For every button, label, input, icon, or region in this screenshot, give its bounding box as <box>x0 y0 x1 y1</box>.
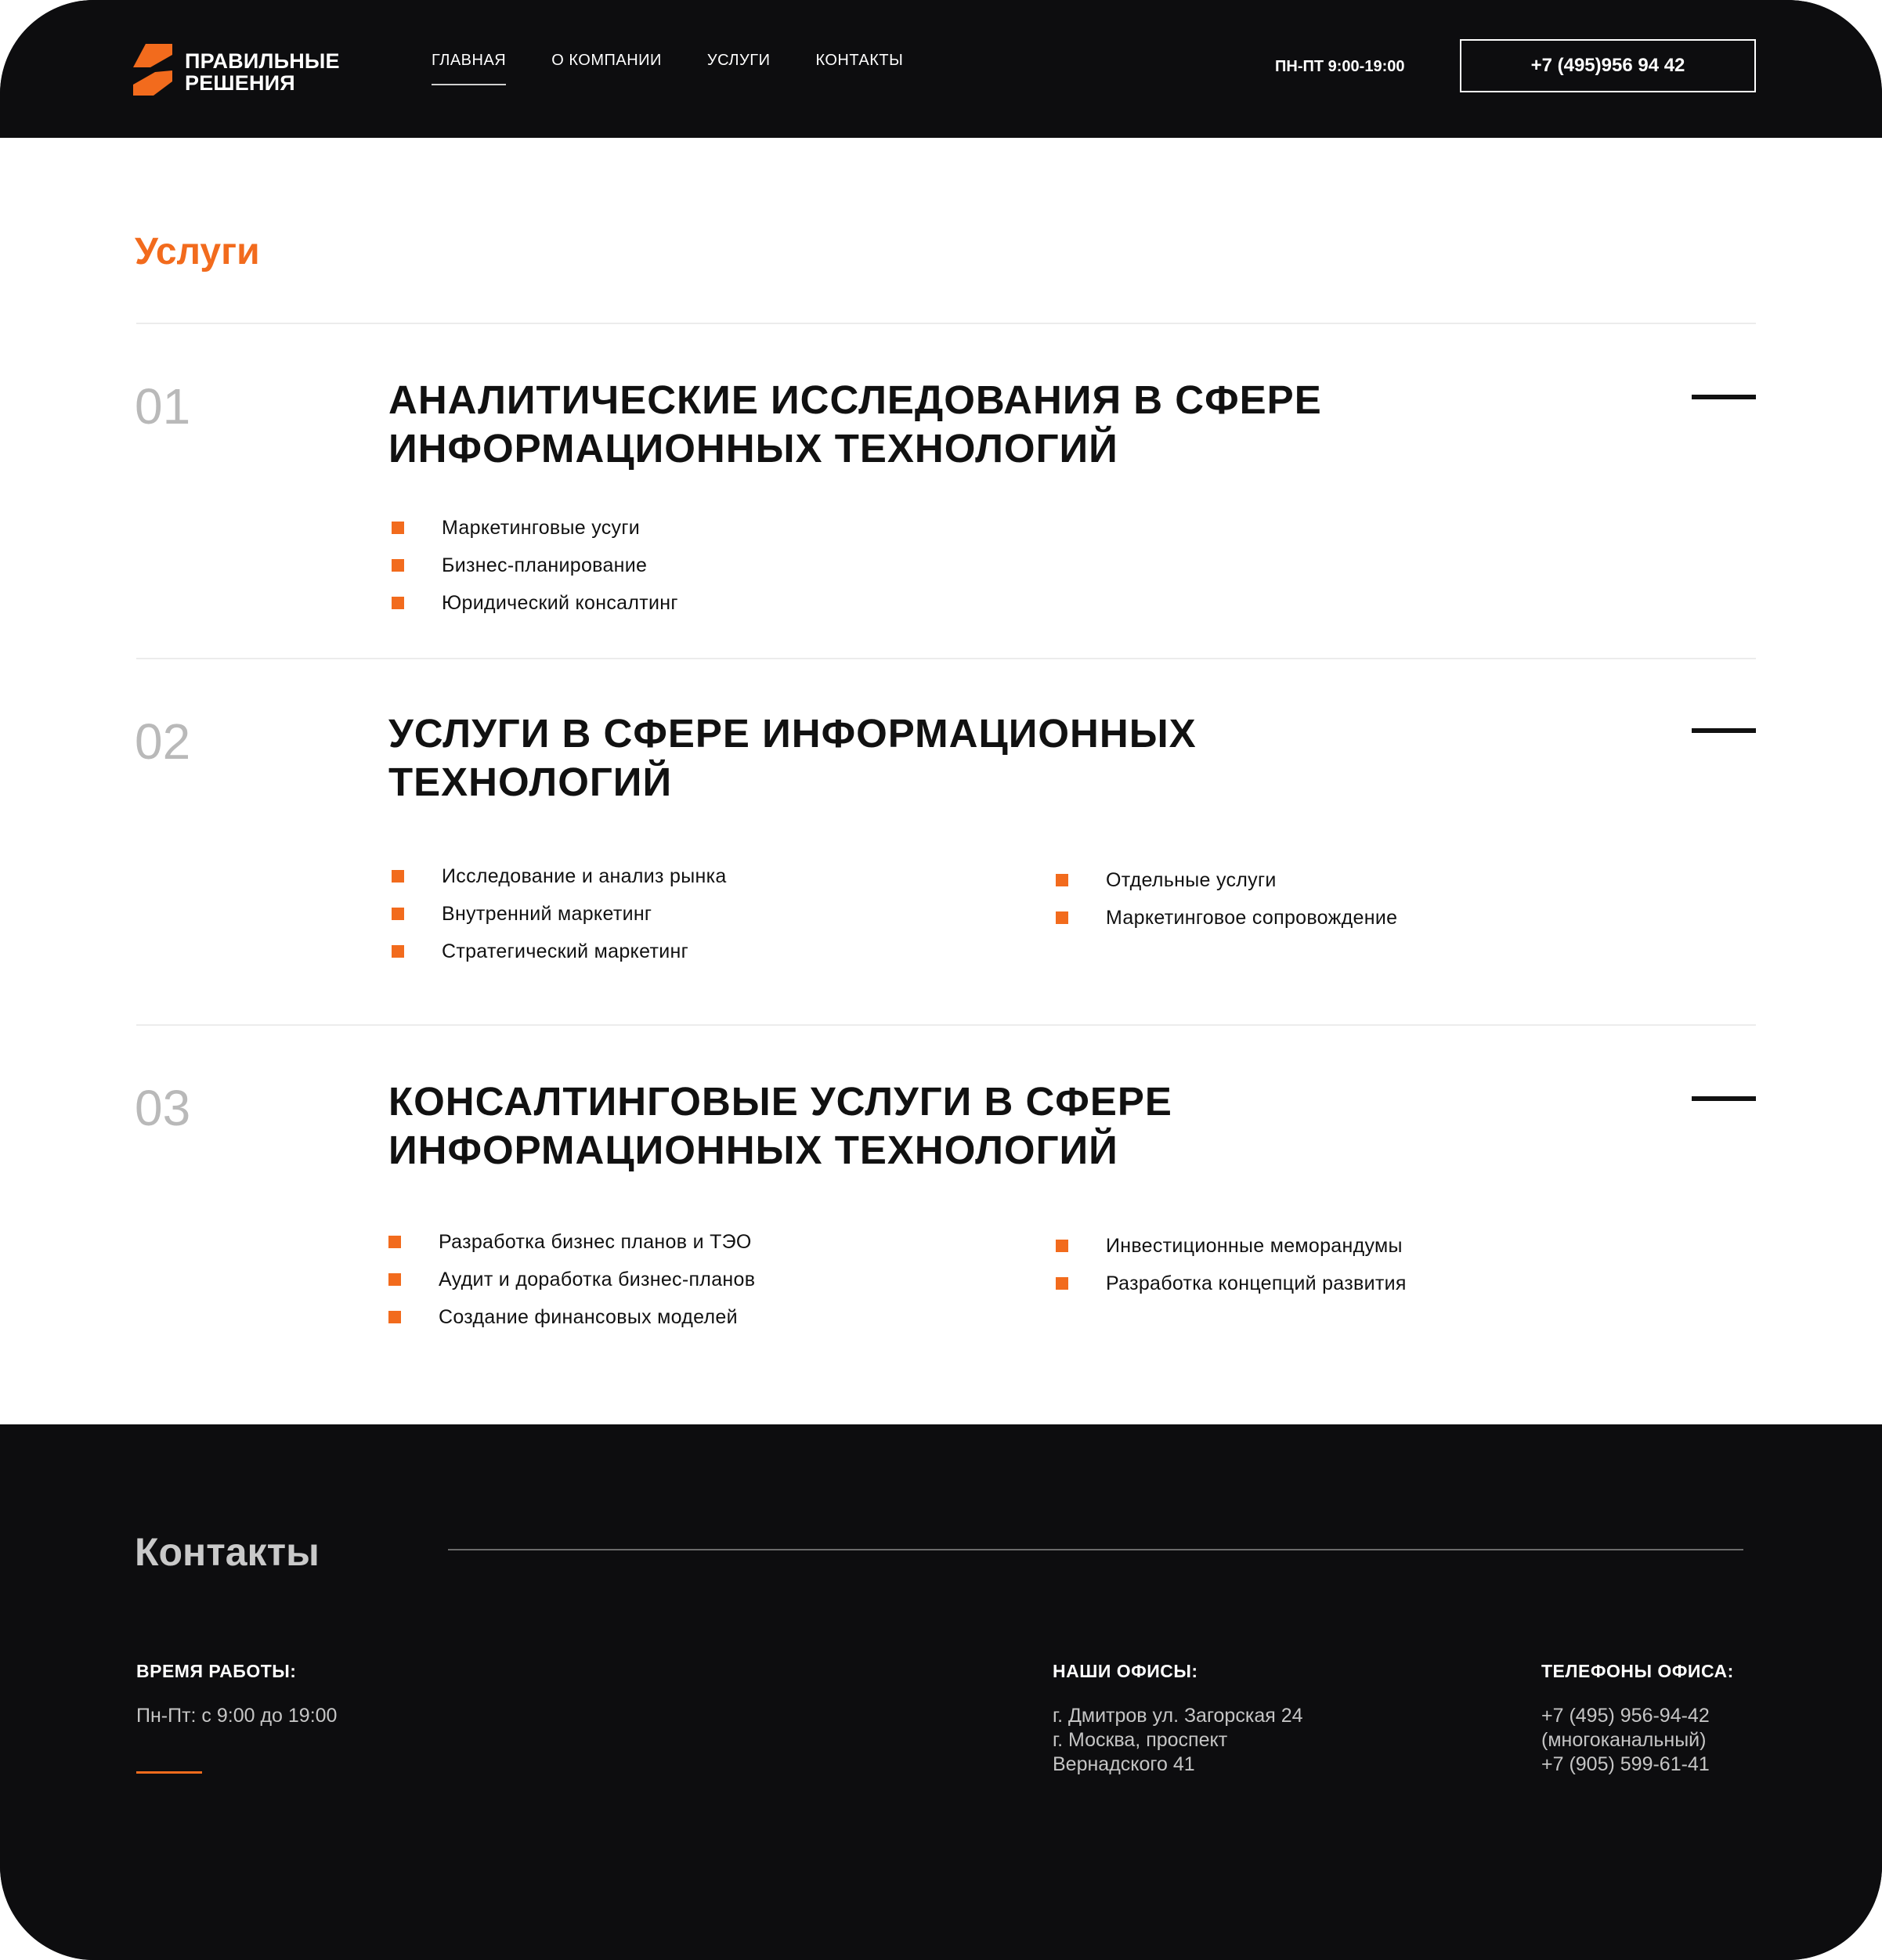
list-item-label: Аудит и доработка бизнес-планов <box>439 1269 756 1290</box>
page-frame: ПРАВИЛЬНЫЕ РЕШЕНИЯ ГЛАВНАЯ О КОМПАНИИ УС… <box>0 0 1882 1960</box>
site-header: ПРАВИЛЬНЫЕ РЕШЕНИЯ ГЛАВНАЯ О КОМПАНИИ УС… <box>0 0 1882 138</box>
list-item: Стратегический маркетинг <box>388 933 727 970</box>
logo-line-2: РЕШЕНИЯ <box>185 71 295 95</box>
list-item-label: Разработка концепций развития <box>1106 1272 1407 1294</box>
bullet-icon <box>392 522 404 534</box>
logo-mark-icon <box>133 44 172 96</box>
list-item-label: Маркетинговые усуги <box>442 517 641 539</box>
page-title: Услуги <box>135 231 260 273</box>
service-list-col-2: Инвестиционные меморандумы Разработка ко… <box>1053 1227 1407 1302</box>
list-item: Юридический консалтинг <box>388 584 678 622</box>
service-list-col-1: Разработка бизнес планов и ТЭО Аудит и д… <box>385 1223 755 1336</box>
nav-item-home[interactable]: ГЛАВНАЯ <box>432 52 507 85</box>
service-title: КОНСАЛТИНГОВЫЕ УСЛУГИ В СФЕРЕ ИНФОРМАЦИО… <box>388 1079 1172 1172</box>
phones-list: +7 (495) 956-94-42 (многоканальный) +7 (… <box>1541 1704 1710 1777</box>
list-item-label: Стратегический маркетинг <box>442 940 688 962</box>
list-item-label: Отдельные услуги <box>1106 869 1277 891</box>
bullet-icon <box>388 1311 401 1323</box>
list-item: Создание финансовых моделей <box>385 1298 755 1336</box>
bullet-icon <box>388 1273 401 1286</box>
main-nav: ГЛАВНАЯ О КОМПАНИИ УСЛУГИ КОНТАКТЫ <box>432 52 948 85</box>
work-time-heading: ВРЕМЯ РАБОТЫ: <box>136 1661 297 1681</box>
list-item: Маркетинговое сопровождение <box>1053 899 1397 937</box>
service-title: УСЛУГИ В СФЕРЕ ИНФОРМАЦИОННЫХ ТЕХНОЛОГИЙ <box>388 711 1197 804</box>
offices-address: г. Дмитров ул. Загорская 24 г. Москва, п… <box>1053 1704 1303 1777</box>
list-item: Инвестиционные меморандумы <box>1053 1227 1407 1265</box>
phone-link[interactable]: +7 (905) 599-61-41 <box>1541 1752 1710 1777</box>
divider <box>136 323 1756 324</box>
collapse-icon[interactable] <box>1692 1096 1756 1101</box>
list-item-label: Исследование и анализ рынка <box>442 865 727 887</box>
divider <box>136 1024 1756 1026</box>
list-item: Маркетинговые усуги <box>388 509 678 547</box>
office-line: Вернадского 41 <box>1053 1753 1195 1775</box>
service-number: 03 <box>135 1080 191 1136</box>
collapse-icon[interactable] <box>1692 728 1756 733</box>
list-item: Разработка бизнес планов и ТЭО <box>385 1223 755 1261</box>
list-item-label: Маркетинговое сопровождение <box>1106 907 1398 929</box>
logo-line-1: ПРАВИЛЬНЫЕ <box>185 49 340 73</box>
phone-button[interactable]: +7 (495)956 94 42 <box>1460 39 1756 92</box>
list-item-label: Инвестиционные меморандумы <box>1106 1235 1403 1257</box>
services-section: Услуги 01 АНАЛИТИЧЕСКИЕ ИССЛЕДОВАНИЯ В С… <box>0 138 1882 1424</box>
list-item-label: Юридический консалтинг <box>442 592 678 614</box>
bullet-icon <box>1056 911 1068 924</box>
list-item-label: Внутренний маркетинг <box>442 903 652 925</box>
footer-title: Контакты <box>135 1530 320 1574</box>
accent-line <box>136 1771 202 1774</box>
list-item-label: Создание финансовых моделей <box>439 1306 738 1328</box>
list-item: Исследование и анализ рынка <box>388 857 727 895</box>
service-list-col-1: Исследование и анализ рынка Внутренний м… <box>388 857 727 970</box>
bullet-icon <box>388 1236 401 1248</box>
list-item-label: Бизнес-планирование <box>442 554 648 576</box>
list-item: Разработка концепций развития <box>1053 1265 1407 1302</box>
phone-note: (многоканальный) <box>1541 1729 1707 1751</box>
office-line: г. Дмитров ул. Загорская 24 <box>1053 1705 1303 1727</box>
footer-divider <box>448 1549 1743 1550</box>
logo-text: ПРАВИЛЬНЫЕ РЕШЕНИЯ <box>185 50 340 94</box>
nav-item-about[interactable]: О КОМПАНИИ <box>551 52 662 85</box>
divider <box>136 658 1756 659</box>
bullet-icon <box>1056 1240 1068 1252</box>
bullet-icon <box>392 597 404 609</box>
bullet-icon <box>392 945 404 958</box>
list-item: Бизнес-планирование <box>388 547 678 584</box>
bullet-icon <box>392 870 404 883</box>
working-hours: ПН-ПТ 9:00-19:00 <box>1275 58 1405 75</box>
bullet-icon <box>392 908 404 920</box>
phones-heading: ТЕЛЕФОНЫ ОФИСА: <box>1541 1661 1734 1681</box>
bullet-icon <box>392 559 404 572</box>
service-number: 02 <box>135 713 191 770</box>
bullet-icon <box>1056 874 1068 886</box>
service-title: АНАЛИТИЧЕСКИЕ ИССЛЕДОВАНИЯ В СФЕРЕ ИНФОР… <box>388 377 1322 471</box>
service-list-col-2: Отдельные услуги Маркетинговое сопровожд… <box>1053 861 1397 937</box>
work-time-text: Пн-Пт: с 9:00 до 19:00 <box>136 1705 338 1727</box>
list-item: Отдельные услуги <box>1053 861 1397 899</box>
offices-heading: НАШИ ОФИСЫ: <box>1053 1661 1198 1681</box>
bullet-icon <box>1056 1277 1068 1290</box>
list-item: Внутренний маркетинг <box>388 895 727 933</box>
nav-item-contacts[interactable]: КОНТАКТЫ <box>815 52 903 85</box>
contacts-footer: Контакты ВРЕМЯ РАБОТЫ: Пн-Пт: с 9:00 до … <box>0 1424 1882 1960</box>
service-number: 01 <box>135 378 191 435</box>
collapse-icon[interactable] <box>1692 395 1756 399</box>
list-item-label: Разработка бизнес планов и ТЭО <box>439 1231 752 1253</box>
phone-link[interactable]: +7 (495) 956-94-42 <box>1541 1704 1710 1728</box>
list-item: Аудит и доработка бизнес-планов <box>385 1261 755 1298</box>
office-line: г. Москва, проспект <box>1053 1729 1228 1751</box>
nav-item-services[interactable]: УСЛУГИ <box>707 52 771 85</box>
service-list: Маркетинговые усуги Бизнес-планирование … <box>388 509 678 622</box>
